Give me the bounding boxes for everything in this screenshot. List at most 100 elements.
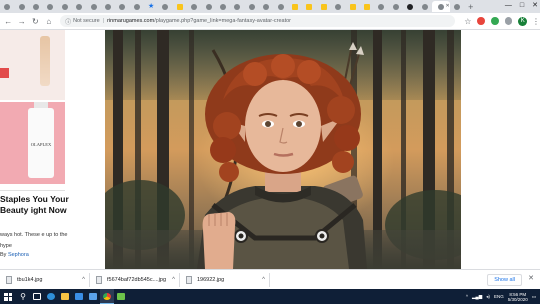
browser-tab[interactable] bbox=[187, 1, 201, 12]
chevron-up-icon[interactable]: ^ bbox=[82, 277, 85, 283]
browser-tab[interactable] bbox=[29, 1, 43, 12]
task-view-icon[interactable] bbox=[30, 289, 44, 304]
tab-favicon-icon bbox=[176, 3, 183, 10]
browser-tab[interactable] bbox=[389, 1, 403, 12]
browser-menu-icon[interactable]: ⋮ bbox=[532, 17, 540, 26]
browser-tab[interactable] bbox=[245, 1, 259, 12]
url-host: rinmarugames.com bbox=[107, 18, 155, 24]
ad-byline: By Sephora bbox=[0, 252, 29, 258]
browser-tab[interactable] bbox=[43, 1, 57, 12]
browser-tab[interactable] bbox=[317, 1, 331, 12]
extension-icon[interactable] bbox=[504, 17, 513, 25]
chevron-up-icon[interactable]: ^ bbox=[262, 277, 265, 283]
browser-tab[interactable] bbox=[273, 1, 287, 12]
browser-tab[interactable] bbox=[259, 1, 273, 12]
browser-tab[interactable] bbox=[345, 1, 359, 12]
minimize-button[interactable]: — bbox=[505, 0, 512, 11]
extension-icon[interactable] bbox=[477, 17, 486, 25]
browser-toolbar: ← → ↻ ⌂ ⓘ Not secure | rinmarugames.com … bbox=[0, 13, 540, 30]
ad-headline[interactable]: Staples You Your Beauty ight Now bbox=[0, 194, 70, 216]
language-indicator[interactable]: ENG bbox=[494, 294, 504, 299]
tab-favicon-icon bbox=[263, 3, 270, 10]
browser-tab[interactable] bbox=[450, 1, 464, 12]
tab-favicon-icon bbox=[191, 3, 198, 10]
browser-tab[interactable] bbox=[417, 1, 431, 12]
tab-favicon-icon bbox=[453, 3, 460, 10]
browser-tab[interactable] bbox=[216, 1, 230, 12]
reload-button[interactable]: ↻ bbox=[30, 16, 41, 27]
browser-tab[interactable] bbox=[230, 1, 244, 12]
download-item[interactable]: f5674baf72db545c....jpg ^ bbox=[94, 272, 180, 287]
tab-favicon-icon bbox=[47, 3, 54, 10]
extension-icon[interactable] bbox=[491, 17, 499, 25]
chevron-up-icon[interactable]: ^ bbox=[172, 277, 175, 283]
downloads-shelf: tbu1k4.jpg ^ f5674baf72db545c....jpg ^ 1… bbox=[0, 269, 540, 289]
new-tab-button[interactable]: + bbox=[468, 2, 473, 12]
close-icon[interactable]: ✕ bbox=[528, 274, 534, 282]
volume-icon[interactable]: ◂) bbox=[486, 294, 490, 300]
ad-by-label: By bbox=[0, 252, 7, 258]
edge-icon[interactable] bbox=[44, 289, 58, 304]
clock[interactable]: 8:56 PM 5/30/2020 bbox=[508, 292, 528, 302]
browser-tab[interactable] bbox=[130, 1, 144, 12]
show-all-button[interactable]: Show all bbox=[487, 274, 522, 286]
profile-avatar[interactable]: K bbox=[518, 16, 527, 26]
download-item[interactable]: tbu1k4.jpg ^ bbox=[4, 272, 90, 287]
clock-time: 8:56 PM bbox=[509, 291, 527, 297]
tab-favicon-icon bbox=[32, 3, 39, 10]
tab-favicon-icon bbox=[378, 3, 385, 10]
info-icon[interactable]: ⓘ bbox=[65, 17, 71, 26]
address-bar[interactable]: ⓘ Not secure | rinmarugames.com /playgam… bbox=[60, 15, 456, 27]
browser-tab[interactable] bbox=[173, 1, 187, 12]
browser-tab[interactable] bbox=[302, 1, 316, 12]
browser-tab[interactable] bbox=[0, 1, 14, 12]
tab-favicon-icon bbox=[407, 3, 414, 10]
bookmark-star-icon[interactable]: ☆ bbox=[464, 17, 471, 26]
game-canvas[interactable] bbox=[105, 30, 461, 269]
tab-favicon-icon bbox=[392, 3, 399, 10]
tab-favicon-icon bbox=[76, 3, 83, 10]
network-icon[interactable]: ▂▄▆ bbox=[472, 294, 482, 300]
browser-tab[interactable]: ★ bbox=[144, 1, 158, 12]
browser-tab[interactable] bbox=[115, 1, 129, 12]
home-button[interactable]: ⌂ bbox=[44, 16, 55, 27]
close-window-button[interactable]: ✕ bbox=[532, 0, 538, 11]
forward-button[interactable]: → bbox=[17, 16, 28, 27]
browser-tab[interactable] bbox=[14, 1, 28, 12]
tab-favicon-icon bbox=[349, 3, 356, 10]
start-button[interactable] bbox=[0, 289, 16, 304]
clock-date: 5/30/2020 bbox=[507, 296, 528, 302]
browser-tab[interactable] bbox=[101, 1, 115, 12]
browser-tab[interactable] bbox=[288, 1, 302, 12]
search-icon[interactable]: ⚲ bbox=[16, 289, 30, 304]
app-icon[interactable] bbox=[114, 289, 128, 304]
browser-tab[interactable] bbox=[331, 1, 345, 12]
tab-favicon-icon bbox=[61, 3, 68, 10]
mail-icon[interactable] bbox=[86, 289, 100, 304]
download-item[interactable]: 196922.jpg ^ bbox=[184, 272, 270, 287]
browser-tab[interactable] bbox=[374, 1, 388, 12]
sidebar-ad[interactable]: OLAPLEX Staples You Your Beauty ight Now… bbox=[0, 30, 69, 269]
tab-favicon-icon bbox=[437, 3, 444, 10]
ad-sponsor-link[interactable]: Sephora bbox=[8, 252, 29, 258]
browser-tab[interactable] bbox=[201, 1, 215, 12]
notification-icon[interactable]: ▭ bbox=[532, 294, 536, 300]
chrome-icon[interactable] bbox=[100, 289, 114, 304]
browser-tab[interactable] bbox=[58, 1, 72, 12]
back-button[interactable]: ← bbox=[3, 16, 14, 27]
file-explorer-icon[interactable] bbox=[58, 289, 72, 304]
tab-favicon-icon bbox=[421, 3, 428, 10]
browser-tab[interactable] bbox=[403, 1, 417, 12]
browser-tab[interactable] bbox=[72, 1, 86, 12]
maximize-button[interactable]: □ bbox=[520, 0, 524, 11]
store-icon[interactable] bbox=[72, 289, 86, 304]
tab-favicon-icon bbox=[90, 3, 97, 10]
tab-favicon-icon bbox=[220, 3, 227, 10]
browser-tab[interactable] bbox=[360, 1, 374, 12]
chevron-up-icon[interactable]: ^ bbox=[466, 294, 468, 299]
file-icon bbox=[186, 275, 192, 284]
tab-favicon-icon bbox=[335, 3, 342, 10]
browser-tab[interactable]: ✕ bbox=[431, 1, 450, 12]
browser-tab[interactable] bbox=[86, 1, 100, 12]
browser-tab[interactable] bbox=[158, 1, 172, 12]
